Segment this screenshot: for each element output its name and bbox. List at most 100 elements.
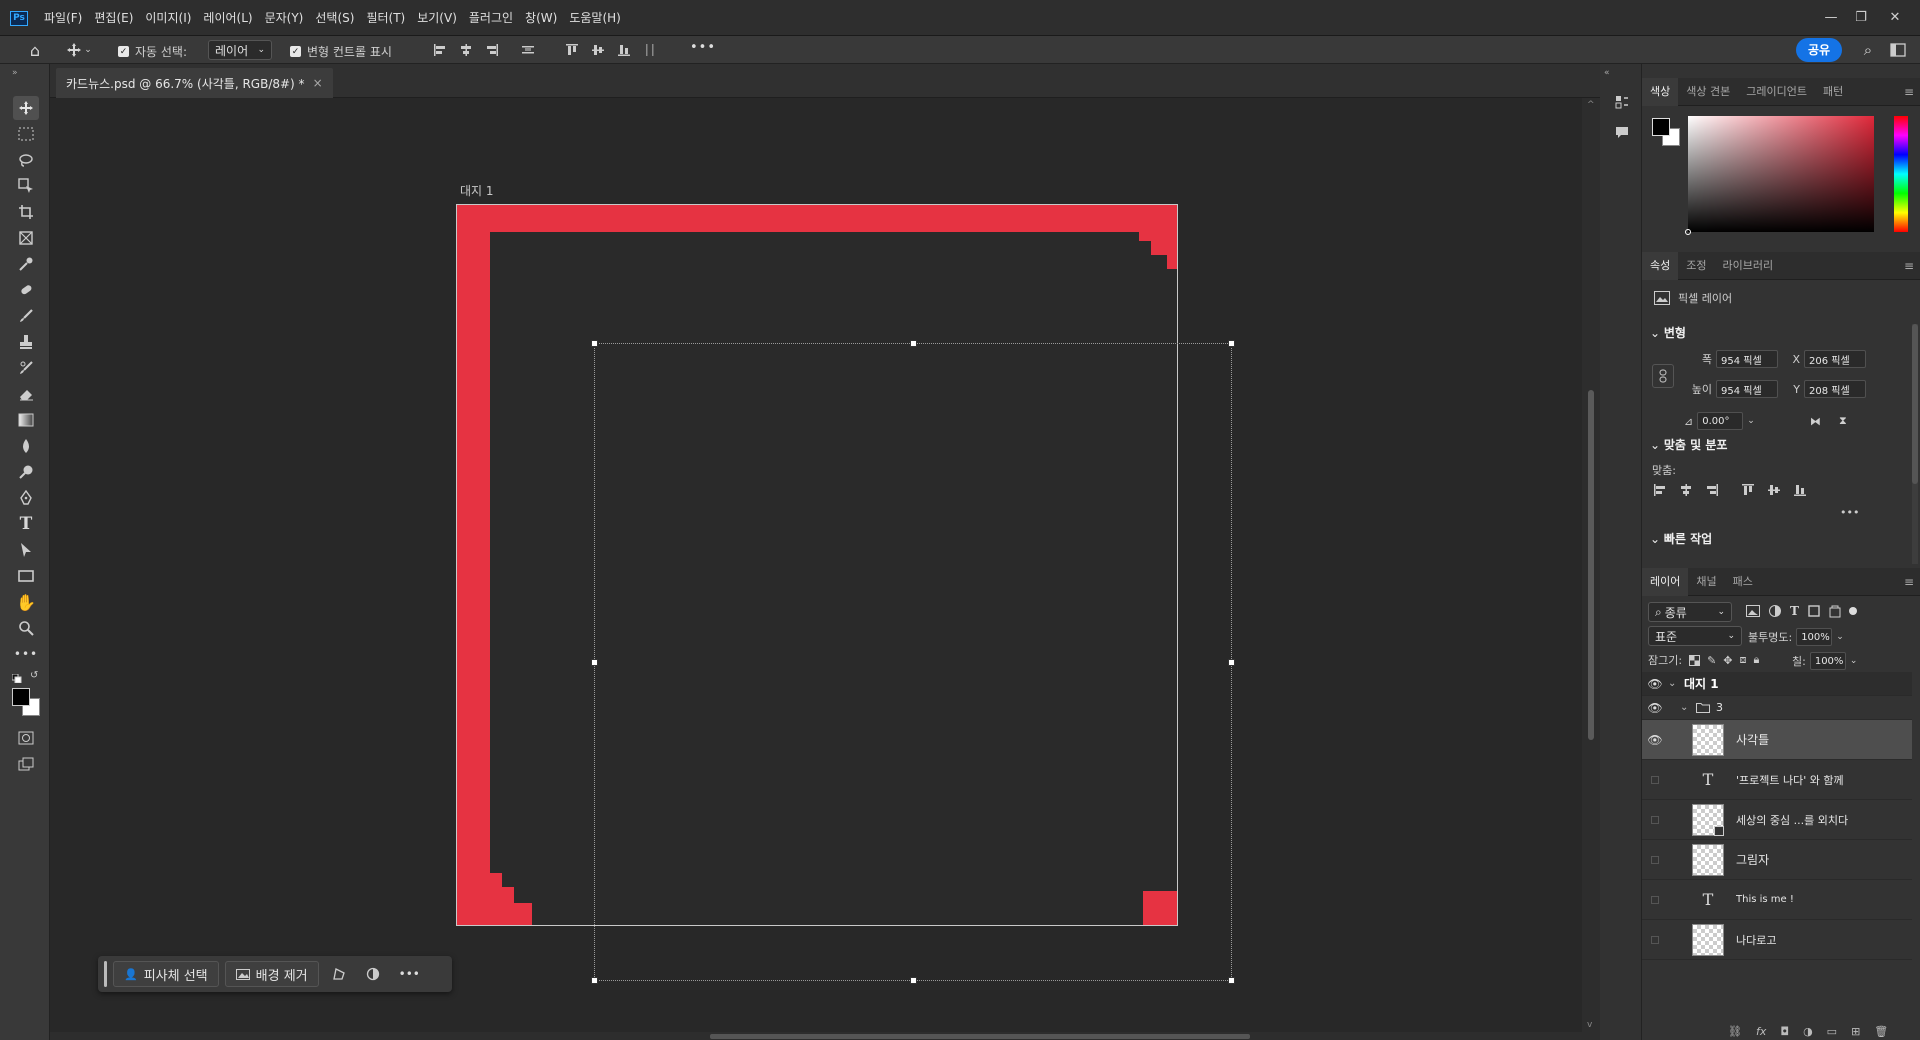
history-panel-icon[interactable] <box>1612 92 1632 112</box>
flip-horizontal-icon[interactable]: ⧓ <box>1810 415 1821 428</box>
adjustment-icon[interactable] <box>359 961 387 987</box>
new-adjustment-icon[interactable]: ◑ <box>1803 1025 1813 1038</box>
more-options-button[interactable]: ••• <box>690 40 716 55</box>
swap-colors-icon[interactable]: ↺ <box>30 670 38 681</box>
frame-tool-icon[interactable] <box>13 226 39 250</box>
fx-icon[interactable]: fx <box>1756 1025 1766 1038</box>
align-more-button[interactable]: ••• <box>1840 506 1859 519</box>
tab-patterns[interactable]: 패턴 <box>1815 78 1851 106</box>
align-section-title[interactable]: ⌄ 맞춤 및 분포 <box>1650 436 1727 453</box>
search-icon[interactable]: ⌕ <box>1858 40 1878 60</box>
filter-pixel-icon[interactable] <box>1746 605 1760 617</box>
menu-item[interactable]: 선택(S) <box>309 0 360 36</box>
menu-item[interactable]: 이미지(I) <box>139 0 197 36</box>
align-middle-icon[interactable] <box>590 42 606 58</box>
eraser-tool-icon[interactable] <box>13 382 39 406</box>
fill-dropdown-icon[interactable]: ⌄ <box>1850 656 1858 666</box>
align-left-icon[interactable] <box>432 42 448 58</box>
menu-item[interactable]: 도움말(H) <box>563 0 627 36</box>
home-icon[interactable]: ⌂ <box>24 40 46 60</box>
menu-item[interactable]: 편집(E) <box>88 0 139 36</box>
transform-handle-top[interactable] <box>910 340 917 347</box>
menu-item[interactable]: 필터(T) <box>360 0 411 36</box>
tab-layers[interactable]: 레이어 <box>1642 567 1689 596</box>
menu-item[interactable]: 레이어(L) <box>197 0 258 36</box>
panel-foreground-swatch[interactable] <box>1652 118 1670 136</box>
horizontal-scroll-thumb[interactable] <box>710 1034 1250 1039</box>
layer-row-logo[interactable]: 나다로고 <box>1642 920 1912 960</box>
type-tool-icon[interactable]: T <box>13 512 39 536</box>
properties-menu-icon[interactable]: ≡ <box>1904 259 1914 273</box>
lock-artboard-icon[interactable]: ⧈ <box>1740 653 1747 667</box>
panel-align-top-icon[interactable] <box>1740 482 1756 498</box>
opacity-dropdown-icon[interactable]: ⌄ <box>1836 632 1844 642</box>
history-brush-tool-icon[interactable] <box>13 356 39 380</box>
workspace-icon[interactable] <box>1886 40 1910 60</box>
panel-align-middle-icon[interactable] <box>1766 482 1782 498</box>
new-group-icon[interactable]: ▭ <box>1827 1025 1837 1038</box>
tab-paths[interactable]: 패스 <box>1725 568 1761 596</box>
document-tab[interactable]: 카드뉴스.psd @ 66.7% (사각틀, RGB/8#) * × <box>56 68 333 98</box>
clone-stamp-tool-icon[interactable] <box>13 330 39 354</box>
transform-handle-top-right[interactable] <box>1228 340 1235 347</box>
gradient-tool-icon[interactable] <box>13 408 39 432</box>
add-mask-icon[interactable]: ◘ <box>1780 1025 1789 1038</box>
transform-section-title[interactable]: ⌄ 변형 <box>1650 324 1686 341</box>
menu-item[interactable]: 파일(F) <box>38 0 88 36</box>
layer-row-group[interactable]: 👁︎ ⌄ 3 <box>1642 696 1912 720</box>
panel-align-center-icon[interactable] <box>1678 482 1694 498</box>
scroll-down-icon[interactable]: v <box>1587 1020 1592 1030</box>
restore-button[interactable]: ❐ <box>1852 10 1870 26</box>
share-button[interactable]: 공유 <box>1796 38 1843 62</box>
layer-row-artboard[interactable]: 👁︎ ⌄ 대지 1 <box>1642 672 1912 696</box>
screen-mode-icon[interactable] <box>13 752 39 776</box>
tab-gradients[interactable]: 그레이디언트 <box>1738 78 1815 106</box>
rectangle-tool-icon[interactable] <box>13 564 39 588</box>
align-bottom-icon[interactable] <box>616 42 632 58</box>
panel-align-left-icon[interactable] <box>1652 482 1668 498</box>
auto-select-dropdown[interactable]: 레이어 ⌄ <box>208 40 272 60</box>
brush-tool-icon[interactable] <box>13 304 39 328</box>
link-layers-icon[interactable]: ⛓︎ <box>1728 1025 1742 1038</box>
filter-adjustment-icon[interactable] <box>1768 604 1782 618</box>
foreground-color-swatch[interactable] <box>12 688 30 706</box>
marquee-tool-icon[interactable] <box>13 122 39 146</box>
distribute-vertical-icon[interactable] <box>520 42 536 58</box>
transform-bounding-box[interactable] <box>591 340 1235 984</box>
angle-dropdown-icon[interactable]: ⌄ <box>1747 416 1755 426</box>
tab-properties[interactable]: 속성 <box>1642 251 1679 280</box>
task-bar-more-button[interactable]: ••• <box>393 967 420 981</box>
scroll-up-icon[interactable]: ^ <box>1587 100 1595 110</box>
lock-transparency-icon[interactable] <box>1689 654 1701 666</box>
task-bar-drag-handle[interactable] <box>104 961 107 987</box>
menu-item[interactable]: 플러그인 <box>463 0 519 36</box>
path-selection-tool-icon[interactable] <box>13 538 39 562</box>
close-window-button[interactable]: ✕ <box>1886 10 1904 26</box>
auto-select-checkbox[interactable]: ✓ <box>118 46 129 57</box>
transform-handle-bottom-left[interactable] <box>591 977 598 984</box>
new-layer-icon[interactable]: ⊞ <box>1851 1025 1860 1038</box>
filter-smart-object-icon[interactable] <box>1829 604 1841 618</box>
hand-tool-icon[interactable]: ✋ <box>13 590 39 614</box>
chevron-down-icon[interactable]: ⌄ <box>1680 702 1696 713</box>
align-center-icon[interactable] <box>458 42 474 58</box>
visibility-toggle-off[interactable] <box>1642 893 1668 907</box>
collapse-toolbar-icon[interactable]: » <box>12 68 18 78</box>
align-top-icon[interactable] <box>564 42 580 58</box>
layer-row-selected[interactable]: 👁︎ 사각틀 <box>1642 720 1912 760</box>
visibility-toggle-off[interactable] <box>1642 853 1668 867</box>
panel-menu-icon[interactable]: ≡ <box>1904 85 1914 99</box>
default-colors-icon[interactable] <box>11 672 22 684</box>
align-right-icon[interactable] <box>484 42 500 58</box>
transform-handle-right[interactable] <box>1228 659 1235 666</box>
menu-item[interactable]: 문자(Y) <box>259 0 310 36</box>
transform-handle-bottom[interactable] <box>910 977 917 984</box>
dodge-tool-icon[interactable] <box>13 460 39 484</box>
distribute-horizontal-icon[interactable] <box>642 42 658 58</box>
close-tab-icon[interactable]: × <box>313 76 323 90</box>
minimize-button[interactable]: — <box>1822 10 1840 26</box>
eyedropper-tool-icon[interactable] <box>13 252 39 276</box>
color-picker-marker[interactable] <box>1685 229 1691 235</box>
link-dimensions-icon[interactable] <box>1652 364 1674 388</box>
menu-item[interactable]: 보기(V) <box>411 0 463 36</box>
